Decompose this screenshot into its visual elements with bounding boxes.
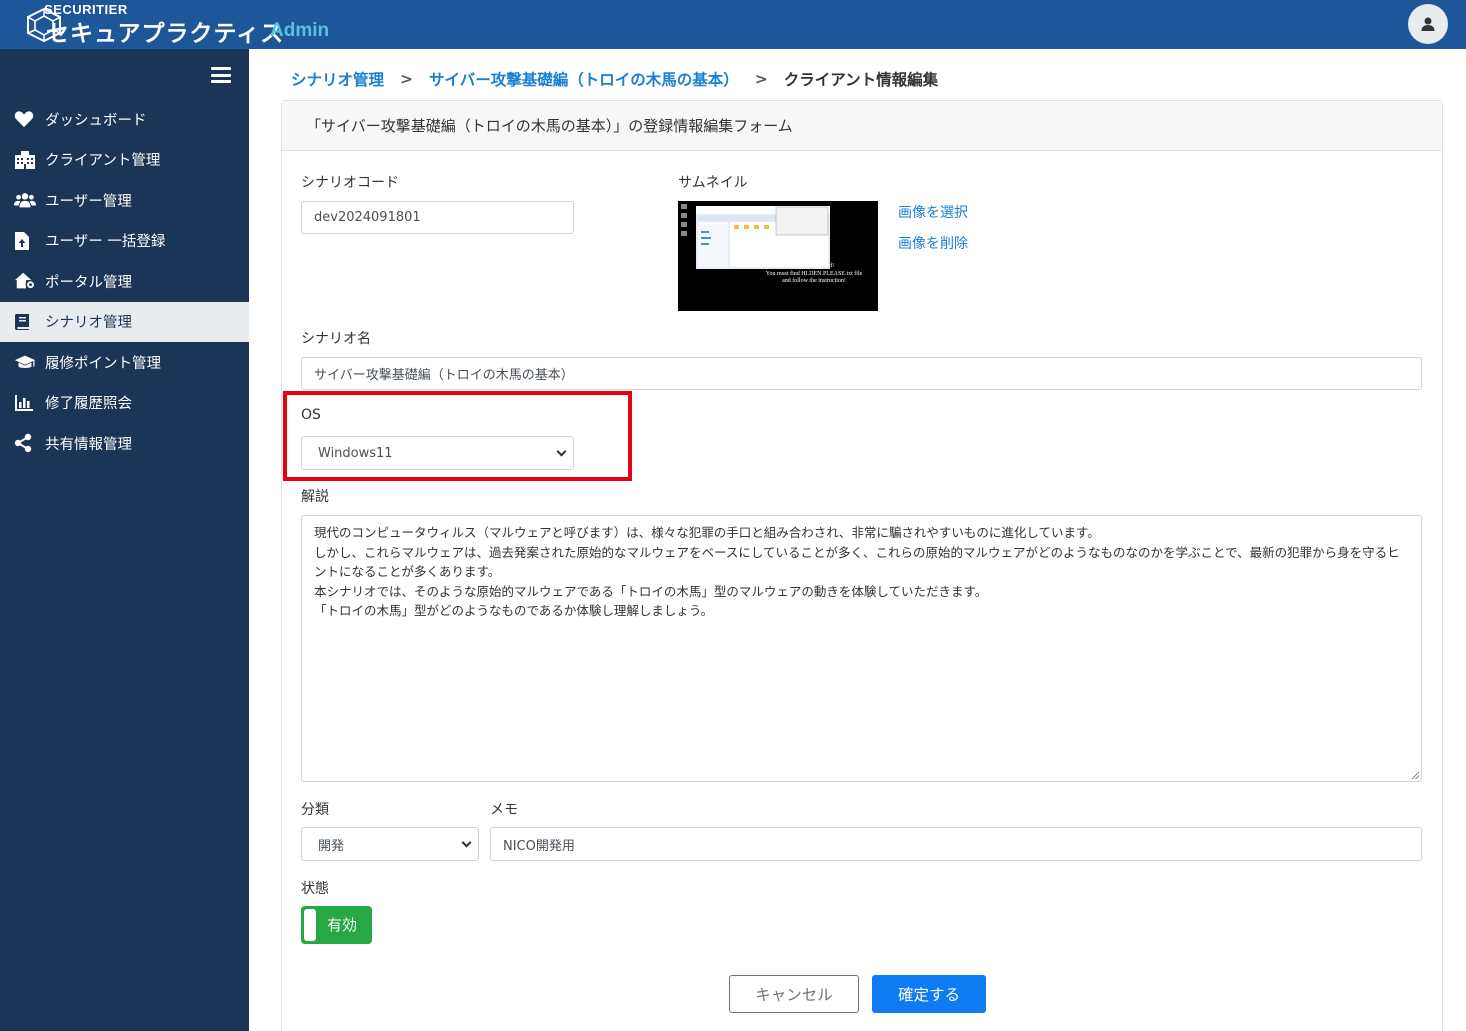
- chevron-down-icon: [556, 446, 567, 457]
- sidebar-item-label: 修了履歴照会: [45, 396, 132, 413]
- breadcrumb-separator: >: [400, 70, 414, 88]
- resize-handle-icon[interactable]: [1411, 771, 1419, 779]
- os-label: OS: [301, 407, 321, 423]
- os-select[interactable]: Windows11: [301, 436, 574, 470]
- hamburger-menu-icon[interactable]: [211, 67, 231, 83]
- breadcrumb: シナリオ管理 > サイバー攻撃基礎編（トロイの木馬の基本） > クライアント情報…: [291, 68, 938, 90]
- breadcrumb-separator: >: [754, 70, 768, 88]
- sidebar-item-label: ポータル管理: [45, 274, 132, 291]
- scenario-code-label: シナリオコード: [301, 175, 399, 191]
- category-label: 分類: [301, 802, 329, 818]
- thumbnail-label: サムネイル: [678, 175, 748, 191]
- graduation-cap-icon: [14, 352, 36, 372]
- heart-icon: [14, 109, 36, 129]
- status-toggle-label: 有効: [327, 916, 358, 934]
- sidebar: ダッシュボード クライアント管理 ユーザー管理 ユーザー 一括登録 ポータル管理: [0, 49, 249, 1031]
- description-line: しかし、これらマルウェアは、過去発案された原始的なマルウェアをベースにしているこ…: [314, 544, 1400, 580]
- toggle-knob: [304, 909, 316, 941]
- confirm-button[interactable]: 確定する: [872, 975, 986, 1013]
- sidebar-item-scenarios[interactable]: シナリオ管理: [0, 301, 249, 342]
- file-upload-icon: [14, 231, 36, 251]
- breadcrumb-scenarios-link[interactable]: シナリオ管理: [291, 68, 384, 90]
- thumbnail-image: ...and encrypted! You must find HI.DEN.P…: [678, 201, 878, 311]
- status-toggle[interactable]: 有効: [301, 906, 372, 944]
- sidebar-item-label: シナリオ管理: [45, 315, 132, 332]
- top-bar: SECURITIER セキュアプラクティス Admin: [0, 0, 1466, 49]
- sidebar-item-clients[interactable]: クライアント管理: [0, 140, 249, 181]
- scenario-name-input[interactable]: サイバー攻撃基礎編（トロイの木馬の基本）: [301, 357, 1422, 390]
- logo-admin-label: Admin: [270, 20, 330, 41]
- delete-image-link[interactable]: 画像を削除: [898, 233, 968, 253]
- sidebar-item-portal[interactable]: ポータル管理: [0, 261, 249, 302]
- sidebar-item-history[interactable]: 修了履歴照会: [0, 383, 249, 424]
- users-icon: [14, 190, 36, 210]
- memo-input[interactable]: NICO開発用: [490, 827, 1422, 861]
- description-line: 本シナリオでは、そのような原始的マルウェアである「トロイの木馬」型のマルウェアの…: [314, 583, 988, 599]
- sidebar-item-dashboard[interactable]: ダッシュボード: [0, 99, 249, 140]
- select-image-link[interactable]: 画像を選択: [898, 202, 968, 222]
- user-icon: [1421, 17, 1435, 31]
- sidebar-item-points[interactable]: 履修ポイント管理: [0, 342, 249, 383]
- sidebar-item-label: ユーザー 一括登録: [45, 234, 166, 251]
- status-label: 状態: [301, 881, 329, 897]
- scenario-name-label: シナリオ名: [301, 331, 371, 347]
- sidebar-item-bulk-register[interactable]: ユーザー 一括登録: [0, 221, 249, 262]
- breadcrumb-scenario-link[interactable]: サイバー攻撃基礎編（トロイの木馬の基本）: [429, 68, 739, 90]
- sidebar-item-label: 共有情報管理: [45, 436, 132, 453]
- sidebar-item-label: ダッシュボード: [45, 112, 147, 129]
- description-line: 現代のコンピュータウィルス（マルウェアと呼びます）は、様々な犯罪の手口と組み合わ…: [314, 525, 1100, 540]
- memo-label: メモ: [490, 802, 518, 818]
- description-textarea[interactable]: 現代のコンピュータウィルス（マルウェアと呼びます）は、様々な犯罪の手口と組み合わ…: [301, 515, 1422, 782]
- building-icon: [14, 150, 36, 170]
- scenario-code-input[interactable]: dev2024091801: [301, 201, 574, 234]
- category-select-value: 開発: [318, 838, 345, 854]
- breadcrumb-current: クライアント情報編集: [783, 71, 939, 89]
- form-title: 「サイバー攻撃基礎編（トロイの木馬の基本）」の登録情報編集フォーム: [282, 101, 1442, 151]
- description-line: 「トロイの木馬」型がどのようなものであるか体験し理解しましょう。: [314, 603, 714, 618]
- sidebar-nav: ダッシュボード クライアント管理 ユーザー管理 ユーザー 一括登録 ポータル管理: [0, 99, 249, 464]
- user-menu-button[interactable]: [1408, 4, 1448, 44]
- logo-title: セキュアプラクティス: [46, 21, 285, 47]
- house-gear-icon: [14, 271, 36, 291]
- book-icon: [14, 312, 36, 332]
- description-label: 解説: [301, 489, 329, 505]
- sidebar-item-label: 履修ポイント管理: [45, 355, 161, 372]
- bar-chart-icon: [14, 393, 36, 413]
- sidebar-item-shared-info[interactable]: 共有情報管理: [0, 423, 249, 464]
- sidebar-item-users[interactable]: ユーザー管理: [0, 180, 249, 221]
- cancel-button[interactable]: キャンセル: [729, 975, 859, 1013]
- chevron-down-icon: [461, 837, 472, 848]
- category-select[interactable]: 開発: [301, 827, 479, 861]
- share-icon: [14, 433, 36, 453]
- os-select-value: Windows11: [318, 445, 393, 461]
- sidebar-item-label: ユーザー管理: [45, 193, 132, 210]
- thumbnail-caption: ...and encrypted! You must find HI.DEN.P…: [765, 263, 863, 284]
- sidebar-item-label: クライアント管理: [45, 153, 161, 170]
